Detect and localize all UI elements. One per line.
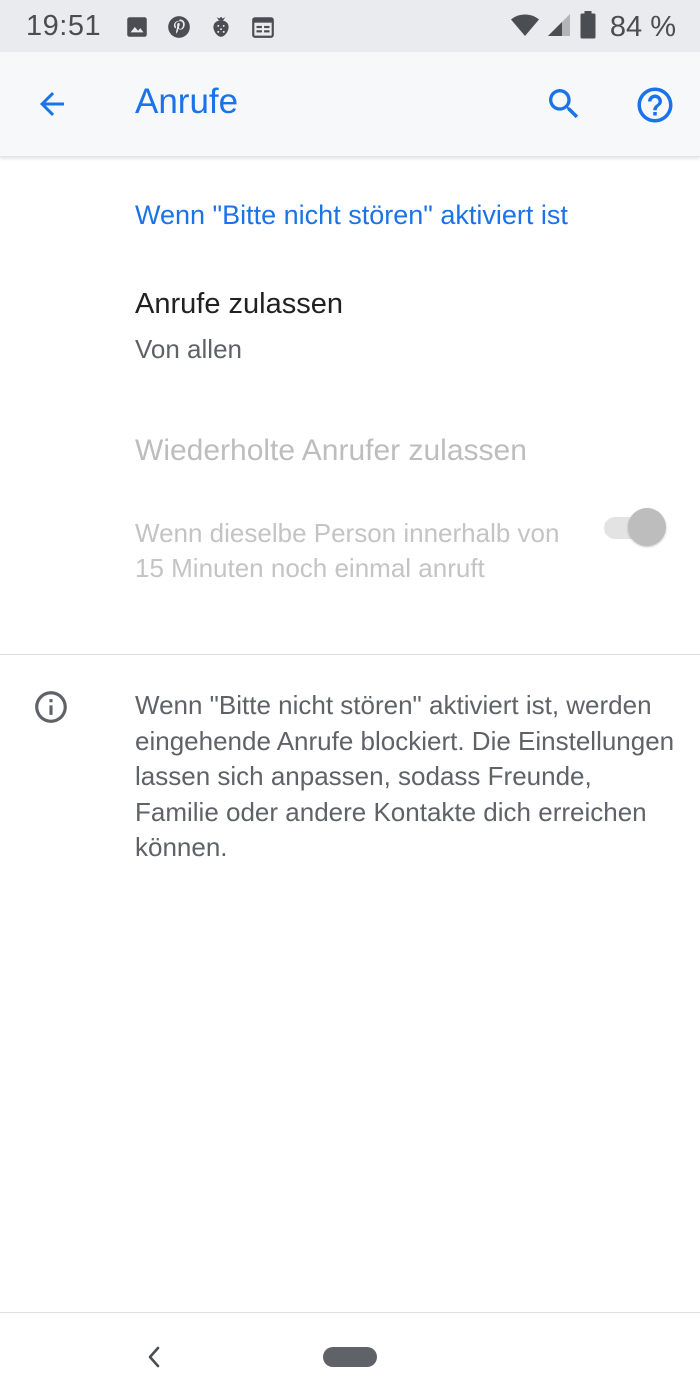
system-icons: 84 % <box>510 10 676 44</box>
repeat-callers-title: Wiederholte Anrufer zulassen <box>135 434 527 467</box>
section-header: Wenn "Bitte nicht stören" aktiviert ist <box>135 200 568 230</box>
back-button[interactable] <box>28 80 76 128</box>
app-bar: Anrufe <box>0 52 700 157</box>
home-pill[interactable] <box>323 1347 377 1367</box>
image-icon <box>124 14 150 40</box>
allow-calls-title: Anrufe zulassen <box>135 288 343 320</box>
settings-screen: 19:51 84 % Anrufe Wenn "Bitte nicht stör… <box>0 0 700 1400</box>
notification-icons <box>124 14 276 40</box>
cell-signal-icon <box>547 12 572 43</box>
nav-back-icon <box>148 1346 160 1368</box>
info-text: Wenn "Bitte nicht stören" aktiviert ist,… <box>135 690 675 862</box>
arrow-back-icon <box>40 92 64 116</box>
strawberry-icon <box>208 14 234 40</box>
status-time: 19:51 <box>26 10 102 42</box>
repeat-callers-summary: Wenn dieselbe Person innerhalb von 15 Mi… <box>135 518 560 583</box>
info-footer: Wenn "Bitte nicht stören" aktiviert ist,… <box>0 670 700 870</box>
info-icon <box>35 691 67 723</box>
navigation-bar <box>0 1312 700 1400</box>
toggle-thumb <box>628 508 666 546</box>
nav-back-button[interactable] <box>136 1339 172 1375</box>
calendar-icon <box>250 14 276 40</box>
pinterest-icon <box>166 14 192 40</box>
search-icon <box>549 89 579 119</box>
help-icon <box>637 87 673 123</box>
wifi-icon <box>510 12 540 43</box>
repeat-callers-preference: Wiederholte Anrufer zulassen Wenn diesel… <box>0 420 700 635</box>
divider <box>0 654 700 655</box>
search-button[interactable] <box>540 80 588 128</box>
allow-calls-summary: Von allen <box>135 334 242 364</box>
status-bar: 19:51 84 % <box>0 0 700 52</box>
help-button[interactable] <box>630 80 680 130</box>
allow-calls-preference[interactable]: Anrufe zulassen Von allen <box>0 270 700 382</box>
page-title: Anrufe <box>135 82 239 121</box>
battery-icon <box>580 10 596 44</box>
battery-percent: 84 % <box>609 10 676 43</box>
repeat-callers-toggle[interactable] <box>602 508 668 546</box>
